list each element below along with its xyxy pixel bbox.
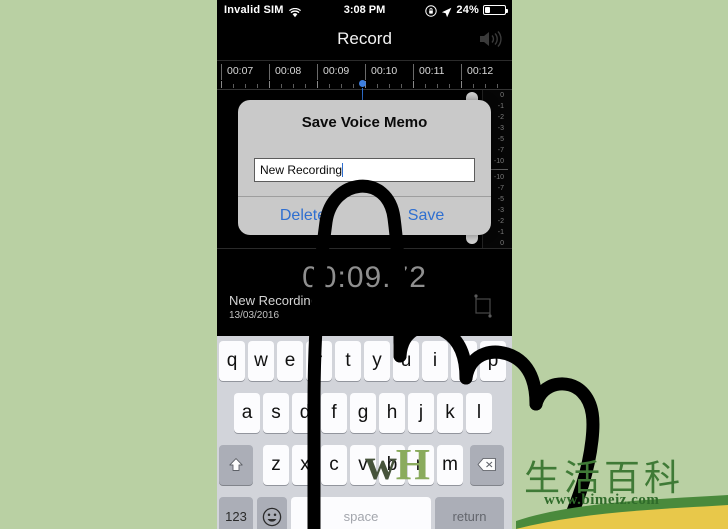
wikihow-h-glyph: H: [395, 440, 430, 489]
vu-tick-label: -5: [497, 196, 504, 203]
keyboard-row-4: 123 space return: [217, 497, 512, 529]
key-j[interactable]: j: [408, 393, 434, 433]
page-title: Record: [337, 29, 392, 48]
key-g[interactable]: g: [350, 393, 376, 433]
key-e[interactable]: e: [277, 341, 303, 381]
recording-date-label: 13/03/2016: [229, 310, 280, 321]
timeline-label: 00:10: [365, 64, 397, 80]
delete-button[interactable]: Delete: [248, 197, 358, 235]
vu-tick-label: -3: [497, 207, 504, 214]
key-i[interactable]: i: [422, 341, 448, 381]
text-caret: [342, 163, 344, 177]
timeline-ticks: [217, 80, 512, 90]
vu-tick-label: -10: [493, 158, 504, 165]
vu-tick-label: -7: [497, 147, 504, 154]
vu-tick-label: -1: [497, 229, 504, 236]
vu-tick-label: 0: [500, 92, 504, 99]
return-key[interactable]: return: [435, 497, 504, 529]
emoji-icon[interactable]: [257, 497, 287, 529]
on-screen-keyboard[interactable]: q w e r t y u i o p a s d f g h j k l z …: [217, 336, 512, 529]
dialog-title: Save Voice Memo: [301, 114, 428, 131]
key-f[interactable]: f: [321, 393, 347, 433]
key-q[interactable]: q: [219, 341, 245, 381]
site-watermark: 生活百科 www.bimeiz.com: [516, 441, 728, 529]
timeline-labels: 00:07 00:08 00:09 00:10 00:11 00:12: [217, 61, 512, 81]
site-watermark-url: www.bimeiz.com: [544, 492, 660, 508]
vu-tick-label: -2: [497, 114, 504, 121]
shift-icon[interactable]: [219, 445, 253, 485]
key-r[interactable]: r: [306, 341, 332, 381]
vu-tick-label: -1: [497, 103, 504, 110]
keyboard-row-2: a s d f g h j k l: [217, 393, 512, 436]
numbers-key[interactable]: 123: [219, 497, 253, 529]
timeline-ruler[interactable]: 00:07 00:08 00:09 00:10 00:11 00:12: [217, 60, 512, 90]
key-a[interactable]: a: [234, 393, 260, 433]
wikihow-w-glyph: w: [365, 440, 397, 489]
vu-tick-label: -3: [497, 125, 504, 132]
keyboard-row-1: q w e r t y u i o p: [217, 341, 512, 384]
key-o[interactable]: o: [451, 341, 477, 381]
key-d[interactable]: d: [292, 393, 318, 433]
key-s[interactable]: s: [263, 393, 289, 433]
vu-tick-label: 0: [500, 240, 504, 247]
space-key[interactable]: space: [291, 497, 431, 529]
timeline-label: 00:12: [461, 64, 493, 80]
key-z[interactable]: z: [263, 445, 289, 485]
status-bar-right: 24%: [425, 0, 508, 20]
nav-bar: Record: [217, 20, 512, 58]
location-arrow-icon: [441, 5, 452, 17]
trim-icon[interactable]: [470, 293, 496, 319]
recording-timer: 00:09.72: [302, 261, 427, 294]
vu-tick-label: -10: [493, 174, 504, 181]
key-t[interactable]: t: [335, 341, 361, 381]
memo-name-value: New Recording: [260, 163, 343, 177]
wikihow-watermark: wH: [365, 440, 430, 489]
timeline-label: 00:08: [269, 64, 301, 80]
backspace-icon[interactable]: [470, 445, 504, 485]
key-l[interactable]: l: [466, 393, 492, 433]
playhead-handle[interactable]: [359, 80, 366, 87]
key-m[interactable]: m: [437, 445, 463, 485]
key-y[interactable]: y: [364, 341, 390, 381]
vu-tick-label: -5: [497, 136, 504, 143]
save-voice-memo-dialog: Save Voice Memo New Recording Delete Sav…: [238, 100, 491, 235]
screenshot-root: Invalid SIM 3:08 PM 24% Record 00:07 00:…: [0, 0, 728, 529]
speaker-icon[interactable]: [478, 28, 504, 50]
key-x[interactable]: x: [292, 445, 318, 485]
timeline-label: 00:07: [221, 64, 253, 80]
battery-percent-label: 24%: [456, 4, 479, 16]
recording-info-section: 00:09.72 New Recording 13/03/2016: [217, 248, 512, 336]
battery-icon: [483, 5, 508, 15]
key-w[interactable]: w: [248, 341, 274, 381]
vu-tick-label: -7: [497, 185, 504, 192]
timeline-label: 00:11: [413, 64, 445, 80]
key-c[interactable]: c: [321, 445, 347, 485]
rotation-lock-icon: [425, 4, 438, 17]
vu-tick-label: -2: [497, 218, 504, 225]
key-p[interactable]: p: [480, 341, 506, 381]
save-button[interactable]: Save: [371, 197, 481, 235]
key-u[interactable]: u: [393, 341, 419, 381]
timeline-label: 00:09: [317, 64, 349, 80]
recording-name-label: New Recording: [229, 293, 318, 308]
key-k[interactable]: k: [437, 393, 463, 433]
status-bar: Invalid SIM 3:08 PM 24%: [217, 0, 512, 20]
memo-name-input[interactable]: New Recording: [254, 158, 475, 182]
key-h[interactable]: h: [379, 393, 405, 433]
